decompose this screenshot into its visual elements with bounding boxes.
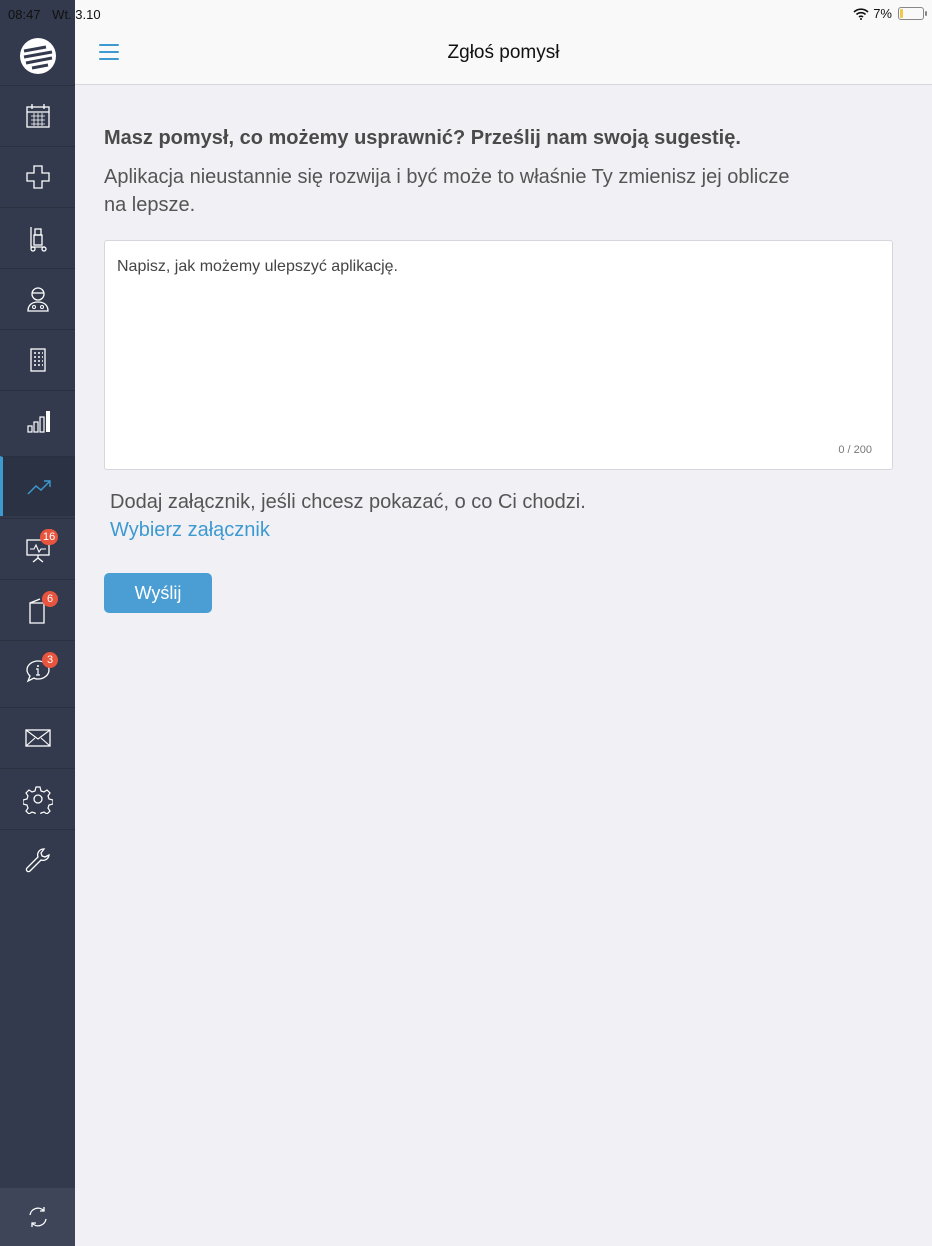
choose-attachment-link[interactable]: Wybierz załącznik xyxy=(110,519,270,542)
sidebar-item-facilities[interactable] xyxy=(0,329,75,390)
sidebar-item-documents[interactable]: 6 xyxy=(0,579,75,640)
sidebar-item-tools[interactable] xyxy=(0,829,75,890)
battery-percent: 7% xyxy=(873,6,892,21)
sidebar-item-medical[interactable] xyxy=(0,146,75,207)
status-date: Wt. 3.10 xyxy=(52,7,101,22)
sidebar-item-messages-info[interactable]: 3 xyxy=(0,640,75,701)
sidebar-item-calendar[interactable] xyxy=(0,85,75,146)
mail-icon xyxy=(24,729,51,747)
sync-icon xyxy=(28,1207,47,1227)
page-title: Zgłoś pomysł xyxy=(447,42,560,63)
textarea-placeholder: Napisz, jak możemy ulepszyć aplikację. xyxy=(117,258,398,275)
sidebar-item-mail[interactable] xyxy=(0,707,75,768)
sidebar-item-transport[interactable] xyxy=(0,207,75,268)
notification-badge: 16 xyxy=(40,529,59,545)
form-heading: Masz pomysł, co możemy usprawnić? Prześl… xyxy=(104,127,741,149)
sidebar: 16 6 3 xyxy=(0,0,75,1246)
wifi-icon xyxy=(853,7,869,20)
trend-icon xyxy=(27,479,51,494)
sidebar-item-stats[interactable] xyxy=(0,390,75,451)
status-bar: 08:47 Wt. 3.10 7% xyxy=(0,0,932,28)
attachment-hint: Dodaj załącznik, jeśli chcesz pokazać, o… xyxy=(110,491,586,513)
medical-cross-icon xyxy=(25,165,50,189)
sync-button[interactable] xyxy=(0,1188,75,1246)
send-button[interactable]: Wyślij xyxy=(104,573,212,613)
sidebar-item-ideas[interactable] xyxy=(0,456,75,516)
sidebar-item-settings[interactable] xyxy=(0,768,75,829)
gear-icon xyxy=(22,786,53,814)
doctor-icon xyxy=(26,287,49,312)
sidebar-item-doctors[interactable] xyxy=(0,268,75,329)
character-counter: 0 / 200 xyxy=(838,444,872,456)
notification-badge: 6 xyxy=(42,591,58,607)
form-description: Aplikacja nieustannie się rozwija i być … xyxy=(104,166,790,216)
sidebar-item-presentations[interactable]: 16 xyxy=(0,518,75,579)
status-time: 08:47 xyxy=(8,7,41,22)
battery-icon xyxy=(898,7,927,20)
wrench-icon xyxy=(25,848,50,873)
bar-chart-icon xyxy=(26,411,50,433)
building-icon xyxy=(29,348,46,372)
hand-truck-icon xyxy=(29,227,47,252)
notification-badge: 3 xyxy=(42,652,58,668)
app-logo-icon[interactable] xyxy=(0,28,75,84)
suggestion-textarea[interactable]: Napisz, jak możemy ulepszyć aplikację. 0… xyxy=(104,240,893,470)
calendar-icon xyxy=(25,104,50,128)
